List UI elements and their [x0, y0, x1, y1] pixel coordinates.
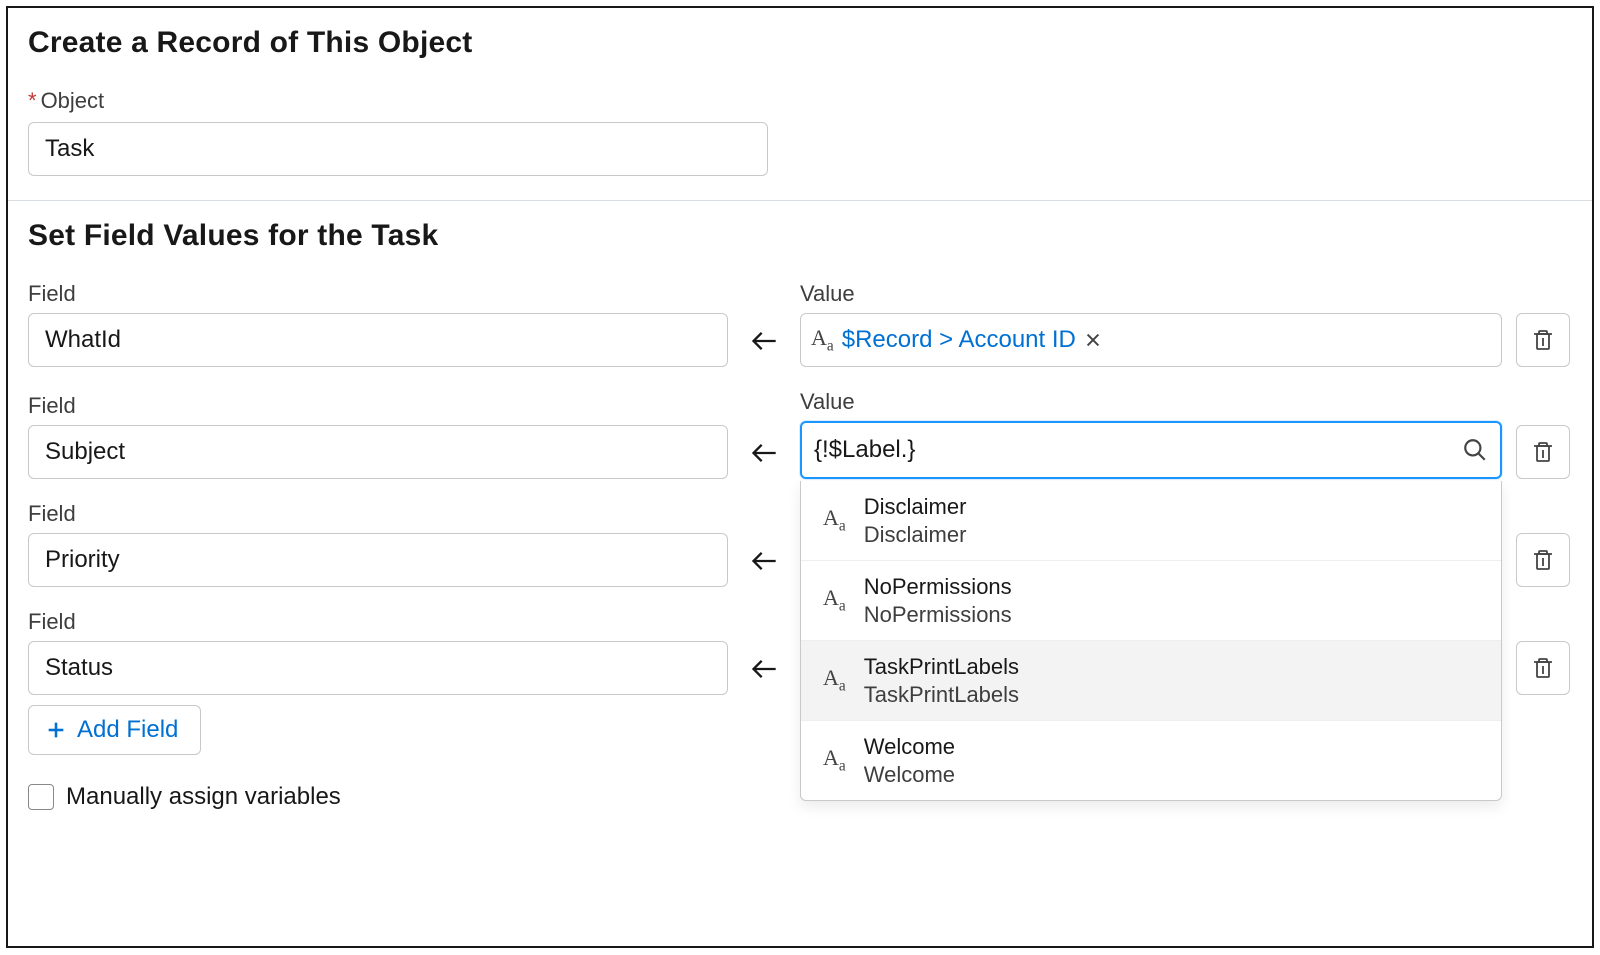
text-type-icon: Aa [823, 747, 846, 774]
text-type-icon: Aa [811, 327, 834, 354]
add-field-label: Add Field [77, 716, 178, 744]
field-input-value: Subject [45, 438, 125, 466]
arrow-left-icon [750, 327, 778, 355]
value-input-wrap: Aa Disclaimer Disclaimer Aa NoPermission… [800, 421, 1502, 479]
dropdown-item-sub: Welcome [864, 761, 955, 789]
dropdown-item-title: NoPermissions [864, 573, 1012, 601]
arrow-left-icon [750, 439, 778, 467]
resource-dropdown: Aa Disclaimer Disclaimer Aa NoPermission… [800, 481, 1502, 801]
field-label: Field [28, 281, 728, 307]
object-input[interactable]: Task [28, 122, 768, 176]
field-input-value: Priority [45, 546, 120, 574]
field-input[interactable]: Priority [28, 533, 728, 587]
arrow-left-icon [750, 547, 778, 575]
dropdown-item[interactable]: Aa Disclaimer Disclaimer [801, 481, 1501, 560]
resource-pill[interactable]: $Record > Account ID [842, 326, 1102, 354]
field-value-row: Field WhatId Value Aa $Record > Account … [28, 281, 1572, 367]
text-type-icon: Aa [823, 667, 846, 694]
assignment-arrow [742, 547, 786, 587]
value-input[interactable]: Aa $Record > Account ID [800, 313, 1502, 367]
value-label: Value [800, 389, 1502, 415]
delete-row-button[interactable] [1516, 533, 1570, 587]
dropdown-item-sub: TaskPrintLabels [864, 681, 1019, 709]
dropdown-item-title: Disclaimer [864, 493, 967, 521]
assignment-arrow [742, 439, 786, 479]
value-search-input-box[interactable] [800, 421, 1502, 479]
dropdown-item[interactable]: Aa TaskPrintLabels TaskPrintLabels [801, 640, 1501, 720]
field-label: Field [28, 609, 728, 635]
assignment-arrow [742, 655, 786, 695]
field-input-value: Status [45, 654, 113, 682]
value-label: Value [800, 281, 1502, 307]
manually-assign-checkbox[interactable] [28, 784, 54, 810]
delete-row-button[interactable] [1516, 425, 1570, 479]
field-label: Field [28, 501, 728, 527]
trash-icon [1531, 548, 1555, 572]
dropdown-item[interactable]: Aa NoPermissions NoPermissions [801, 560, 1501, 640]
object-label: *Object [28, 88, 1572, 114]
dropdown-item[interactable]: Aa Welcome Welcome [801, 720, 1501, 800]
section-set-field-values: Set Field Values for the Task Field What… [8, 201, 1592, 835]
field-input[interactable]: WhatId [28, 313, 728, 367]
dropdown-item-title: Welcome [864, 733, 955, 761]
trash-icon [1531, 656, 1555, 680]
assignment-arrow [742, 327, 786, 367]
field-input-value: WhatId [45, 326, 121, 354]
close-icon[interactable] [1084, 331, 1102, 349]
object-input-value: Task [45, 135, 94, 163]
delete-row-button[interactable] [1516, 641, 1570, 695]
trash-icon [1531, 328, 1555, 352]
dropdown-item-texts: NoPermissions NoPermissions [864, 573, 1012, 628]
add-field-button[interactable]: Add Field [28, 705, 201, 755]
resource-pill-label: $Record > Account ID [842, 326, 1076, 354]
dropdown-item-title: TaskPrintLabels [864, 653, 1019, 681]
plus-icon [45, 719, 67, 741]
section-heading: Set Field Values for the Task [28, 219, 1572, 253]
field-value-row: Field Subject Value Aa Disclaimer [28, 389, 1572, 479]
required-indicator: * [28, 88, 37, 113]
dropdown-item-texts: Welcome Welcome [864, 733, 955, 788]
value-search-input[interactable] [814, 432, 1462, 468]
section-create-record: Create a Record of This Object *Object T… [8, 8, 1592, 201]
trash-icon [1531, 440, 1555, 464]
section-heading: Create a Record of This Object [28, 26, 1572, 60]
field-input[interactable]: Subject [28, 425, 728, 479]
dropdown-item-texts: Disclaimer Disclaimer [864, 493, 967, 548]
delete-row-button[interactable] [1516, 313, 1570, 367]
dropdown-item-texts: TaskPrintLabels TaskPrintLabels [864, 653, 1019, 708]
create-record-panel: Create a Record of This Object *Object T… [6, 6, 1594, 948]
dropdown-item-sub: Disclaimer [864, 521, 967, 549]
field-input[interactable]: Status [28, 641, 728, 695]
text-type-icon: Aa [823, 587, 846, 614]
field-label: Field [28, 393, 728, 419]
manually-assign-label: Manually assign variables [66, 783, 341, 811]
text-type-icon: Aa [823, 507, 846, 534]
search-icon [1462, 437, 1488, 463]
arrow-left-icon [750, 655, 778, 683]
dropdown-item-sub: NoPermissions [864, 601, 1012, 629]
